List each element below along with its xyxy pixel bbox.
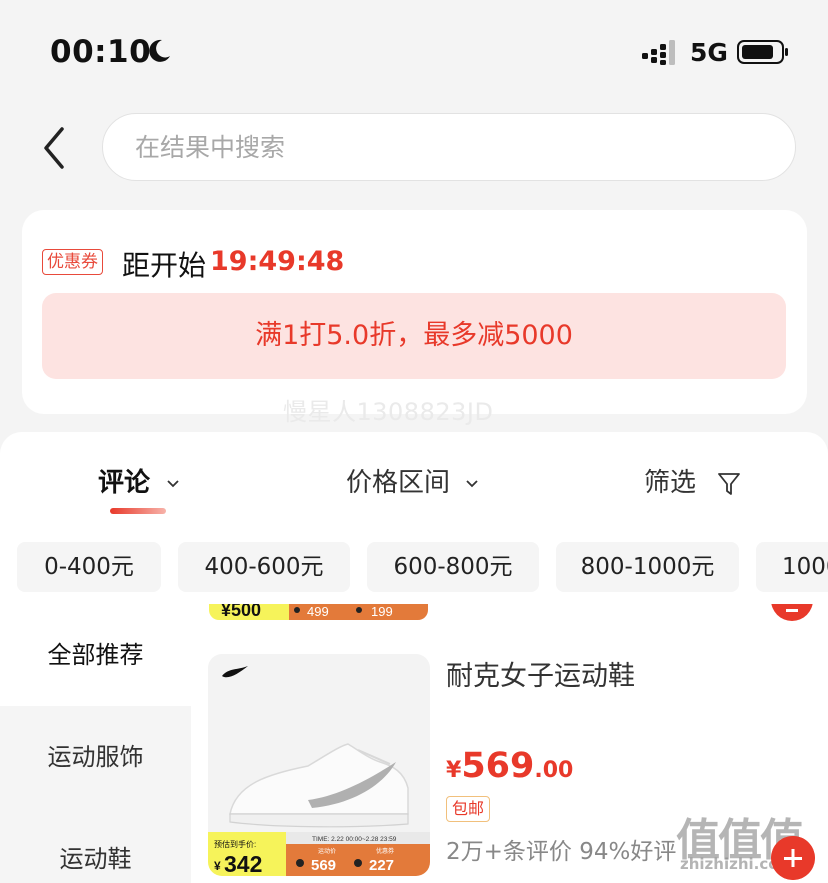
username-watermark: 慢星人1308823JD [283,398,494,426]
coupon-tag: 优惠券 [42,249,103,275]
chevron-down-icon [466,479,478,487]
chevron-down-icon [167,479,179,487]
product-price: ¥569.00 [446,746,573,786]
prev-promo-price: 500 [231,604,261,620]
promo-price: 342 [224,851,262,876]
price-chip-400-600[interactable]: 400-600元 [178,542,350,592]
nike-logo [222,666,248,678]
category-nav: 全部推荐 运动服饰 运动鞋 [0,604,191,883]
price-currency: ¥ [446,758,462,783]
search-box[interactable] [102,113,796,181]
tab-price-range[interactable]: 价格区间 [346,462,478,499]
review-summary: 2万+条评价 94%好评 [446,839,677,865]
countdown-label: 距开始 [122,249,207,282]
promo-time: TIME: 2.22 00:00~2.28 23:59 [312,836,397,843]
price-integer: 569 [461,746,535,786]
signal-icon [642,40,675,65]
promo-value1: 569 [311,857,336,874]
countdown-time: 19:49:48 [210,246,345,277]
tab-reviews[interactable]: 评论 [98,462,179,499]
coupon-card: 优惠券 距开始 19:49:48 满1打5.0折，最多减5000 [22,210,807,414]
add-cart-icon[interactable] [771,604,813,622]
free-shipping-badge: 包邮 [446,796,491,822]
results-panel: 评论 价格区间 筛选 0-400元 400-600元 600-800元 800-… [0,432,828,883]
add-cart-button[interactable] [771,836,815,880]
svg-text:¥: ¥ [214,859,221,873]
discount-button[interactable]: 满1打5.0折，最多减5000 [42,293,786,379]
promo-estimated-label: 预估到手价: [214,839,256,849]
network-type: 5G [690,38,728,67]
promo-tag2: 优惠券 [376,847,394,855]
tab-reviews-label: 评论 [98,468,151,498]
category-sports-shoes[interactable]: 运动鞋 [0,808,191,883]
price-decimal: .00 [534,758,574,783]
previous-product-promo-banner: ¥500 499 199 [209,604,428,620]
tab-price-range-label: 价格区间 [346,468,451,498]
product-photo: 预估到手价: ¥ 342 TIME: 2.22 00:00~2.28 23:59… [208,666,430,876]
price-chip-1000-plus[interactable]: 1000 [756,542,828,592]
promo-tag1: 运动价 [318,847,336,855]
prev-promo-value2: 199 [371,604,393,619]
back-icon[interactable] [38,125,72,171]
category-sportswear[interactable]: 运动服饰 [0,706,191,808]
status-bar: 00:10 5G [0,0,828,100]
active-tab-indicator [110,508,166,514]
product-image[interactable]: 预估到手价: ¥ 342 TIME: 2.22 00:00~2.28 23:59… [208,654,430,876]
category-all-recommended[interactable]: 全部推荐 [0,604,191,706]
price-chip-800-1000[interactable]: 800-1000元 [556,542,739,592]
price-chip-600-800[interactable]: 600-800元 [367,542,539,592]
product-title[interactable]: 耐克女子运动鞋 [446,654,635,693]
svg-text:¥500: ¥500 [221,604,261,620]
status-time: 00:10 [50,34,152,70]
price-chip-0-400[interactable]: 0-400元 [17,542,161,592]
moon-icon [149,39,170,62]
filter-icon [718,472,741,495]
prev-promo-value1: 499 [307,604,329,619]
search-input[interactable] [135,114,775,180]
tab-filter[interactable]: 筛选 [644,462,741,499]
battery-icon [737,40,788,64]
promo-value2: 227 [369,857,394,874]
tab-filter-label: 筛选 [644,468,697,498]
